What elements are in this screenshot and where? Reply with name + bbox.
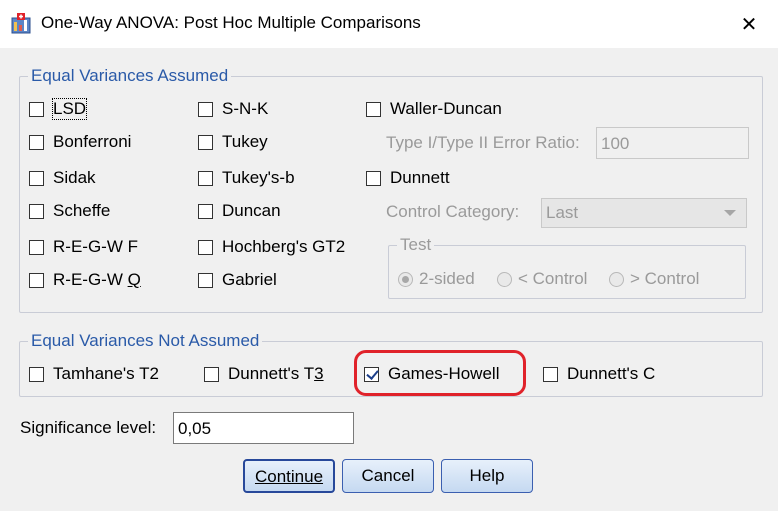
control-category-dropdown[interactable]: Last	[541, 198, 747, 228]
snk-checkbox[interactable]: S-N-K	[198, 98, 268, 120]
checkbox-box[interactable]	[29, 239, 44, 255]
snk-label: S-N-K	[222, 99, 269, 118]
tukeys-b-checkbox[interactable]: Tukey's-b	[198, 167, 295, 189]
chevron-down-icon	[724, 210, 736, 216]
checkbox-box[interactable]	[198, 203, 213, 219]
regwq-checkbox[interactable]: R-E-G-W Q	[29, 269, 141, 291]
tukeys-b-label: Tukey's-b	[222, 168, 295, 187]
checkbox-box[interactable]	[543, 366, 558, 382]
tamhane-label: Tamhane's T2	[53, 364, 159, 383]
close-button[interactable]: ✕	[720, 0, 778, 48]
equal-variances-assumed-legend: Equal Variances Assumed	[28, 66, 232, 86]
scheffe-label: Scheffe	[53, 201, 111, 220]
checkbox-box[interactable]	[29, 272, 44, 288]
tamhane-checkbox[interactable]: Tamhane's T2	[29, 363, 159, 385]
greater-than-control-label: > Control	[630, 269, 700, 288]
significance-level-input[interactable]: 0,05	[173, 412, 354, 444]
checkbox-box[interactable]	[29, 203, 44, 219]
spss-dialog-icon	[11, 13, 31, 34]
error-ratio-label: Type I/Type II Error Ratio:	[386, 133, 580, 152]
checkbox-box[interactable]	[29, 101, 44, 117]
checkbox-box[interactable]	[29, 134, 44, 150]
sidak-checkbox[interactable]: Sidak	[29, 167, 96, 189]
radio-button[interactable]	[398, 271, 413, 287]
regwq-label: R-E-G-W Q	[53, 270, 141, 290]
hochberg-checkbox[interactable]: Hochberg's GT2	[198, 236, 345, 258]
checkbox-box[interactable]	[198, 170, 213, 186]
dunnetts-t3-prefix: Dunnett's T	[228, 364, 315, 383]
dunnett-label: Dunnett	[390, 168, 450, 187]
hochberg-label: Hochberg's GT2	[222, 237, 346, 256]
continue-label: Continue	[254, 467, 324, 486]
greater-than-control-radio[interactable]: > Control	[609, 269, 699, 289]
duncan-checkbox[interactable]: Duncan	[198, 200, 281, 222]
waller-duncan-checkbox[interactable]: Waller-Duncan	[366, 98, 502, 120]
sidak-label: Sidak	[53, 168, 96, 187]
checkbox-box[interactable]	[198, 272, 213, 288]
dunnett-checkbox[interactable]: Dunnett	[366, 167, 450, 189]
duncan-label: Duncan	[222, 201, 281, 220]
checkbox-box[interactable]	[198, 239, 213, 255]
lsd-checkbox[interactable]: LSD	[29, 98, 88, 120]
gabriel-checkbox[interactable]: Gabriel	[198, 269, 277, 291]
checkbox-box[interactable]	[198, 101, 213, 117]
window-title: One-Way ANOVA: Post Hoc Multiple Compari…	[41, 13, 421, 32]
test-legend: Test	[397, 235, 435, 255]
two-sided-radio[interactable]: 2-sided	[398, 269, 475, 289]
dunnetts-t3-checkbox[interactable]: Dunnett's T3	[204, 363, 324, 385]
less-than-control-radio[interactable]: < Control	[497, 269, 587, 289]
continue-button[interactable]: Continue	[243, 459, 335, 493]
lsd-label: LSD	[51, 98, 88, 120]
control-category-value: Last	[546, 203, 579, 222]
dunnetts-c-checkbox[interactable]: Dunnett's C	[543, 363, 655, 385]
bonferroni-checkbox[interactable]: Bonferroni	[29, 131, 131, 153]
radio-button[interactable]	[497, 271, 512, 287]
checkbox-box[interactable]	[198, 134, 213, 150]
cancel-button[interactable]: Cancel	[342, 459, 434, 493]
equal-variances-not-assumed-legend: Equal Variances Not Assumed	[28, 331, 263, 351]
waller-duncan-label: Waller-Duncan	[390, 99, 502, 118]
close-icon: ✕	[740, 13, 758, 36]
help-button[interactable]: Help	[441, 459, 533, 493]
scheffe-checkbox[interactable]: Scheffe	[29, 200, 110, 222]
checkbox-box[interactable]	[204, 366, 219, 382]
checkbox-box[interactable]	[366, 170, 381, 186]
games-howell-highlight	[354, 350, 526, 396]
checkbox-box[interactable]	[29, 366, 44, 382]
significance-label: Significance level:	[20, 418, 157, 437]
checkbox-box[interactable]	[29, 170, 44, 186]
control-category-label: Control Category:	[386, 202, 520, 221]
tukey-checkbox[interactable]: Tukey	[198, 131, 268, 153]
regwq-label-mnemonic: Q	[127, 270, 141, 289]
regwq-label-prefix: R-E-G-W	[53, 270, 128, 289]
title-bar: One-Way ANOVA: Post Hoc Multiple Compari…	[0, 0, 778, 48]
gabriel-label: Gabriel	[222, 270, 277, 289]
bonferroni-label: Bonferroni	[53, 132, 132, 151]
error-ratio-field[interactable]: 100	[596, 127, 749, 159]
less-than-control-label: < Control	[518, 269, 588, 288]
radio-button[interactable]	[609, 271, 624, 287]
two-sided-label: 2-sided	[419, 269, 475, 288]
dunnetts-t3-mnemonic: 3	[314, 364, 324, 383]
dunnetts-t3-label: Dunnett's T3	[228, 364, 324, 384]
regwf-checkbox[interactable]: R-E-G-W F	[29, 236, 138, 258]
regwf-label: R-E-G-W F	[53, 237, 138, 256]
checkbox-box[interactable]	[366, 101, 381, 117]
dunnetts-c-label: Dunnett's C	[567, 364, 656, 383]
tukey-label: Tukey	[222, 132, 268, 151]
